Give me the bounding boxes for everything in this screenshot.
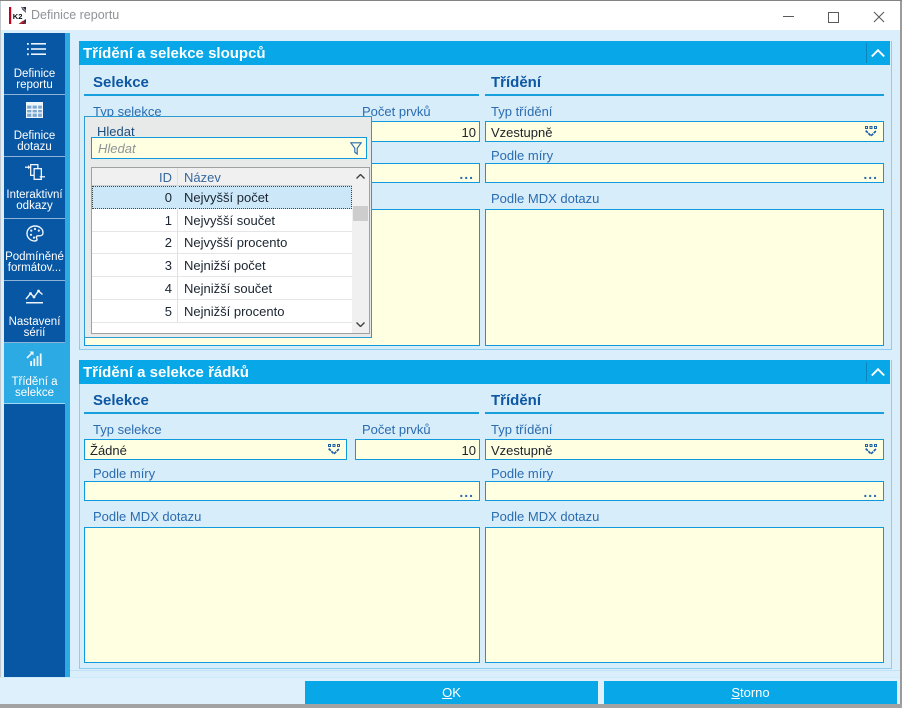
svg-text:K2: K2 [13, 12, 23, 21]
